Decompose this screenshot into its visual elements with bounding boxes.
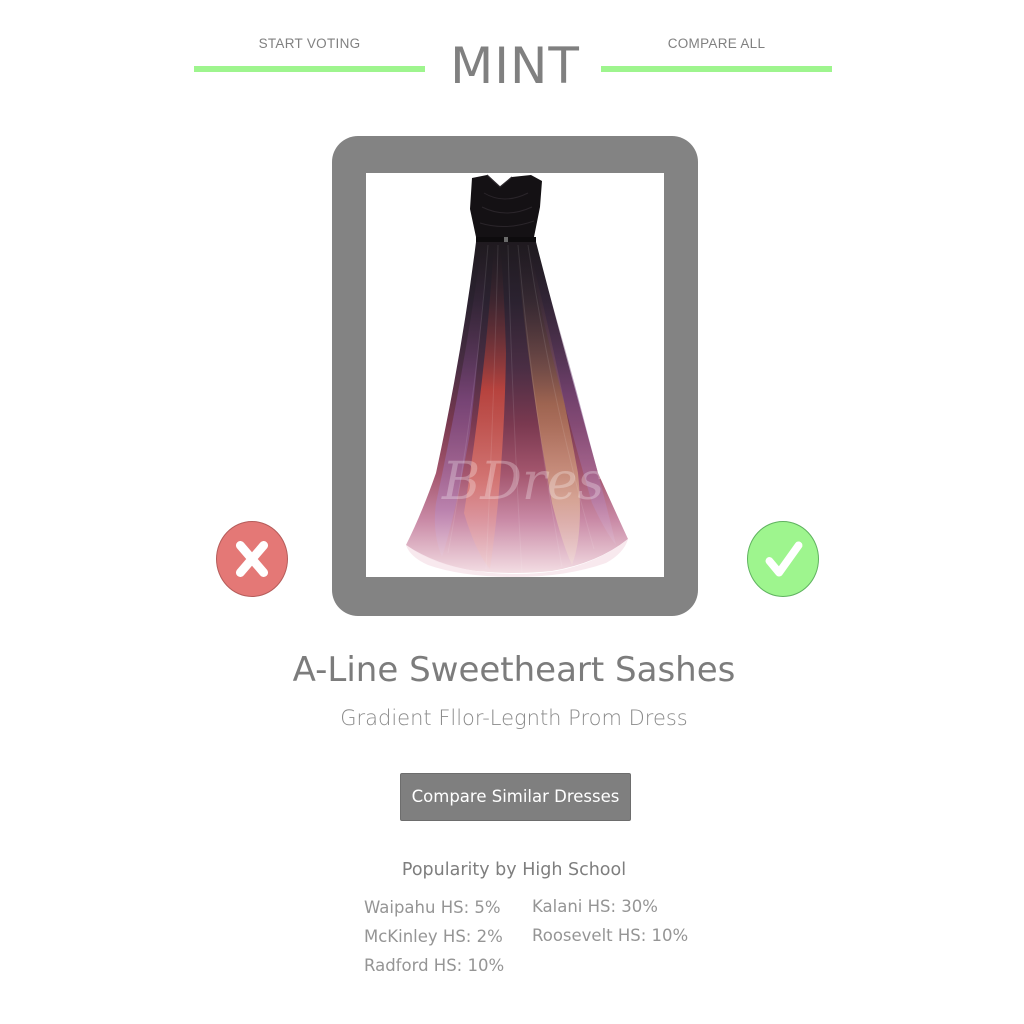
nav-start-voting[interactable]: START VOTING [194,32,425,72]
dress-photo-frame: BDres [332,136,698,616]
popularity-item: Waipahu HS: 5% [364,898,501,917]
dress-photo[interactable]: BDres [366,173,664,577]
popularity-list-left: Waipahu HS: 5% McKinley HS: 2% Radford H… [364,893,504,980]
nav-compare-all-underline [601,66,832,72]
nav-start-voting-underline [194,66,425,72]
popularity-list-right: Kalani HS: 30% Roosevelt HS: 10% [532,892,688,950]
reject-button[interactable] [216,521,288,597]
popularity-item: McKinley HS: 2% [364,927,503,946]
popularity-heading: Popularity by High School [401,860,627,880]
dress-title: A-Line Sweetheart Sashes [292,650,736,690]
nav-compare-all[interactable]: COMPARE ALL [601,32,832,72]
popularity-item: Radford HS: 10% [364,956,505,975]
accept-button[interactable] [747,521,819,597]
dress-subtitle: Gradient Fllor-Legnth Prom Dress [340,706,688,730]
popularity-item: Kalani HS: 30% [532,897,658,916]
photo-watermark: BDres [441,452,604,512]
x-icon [235,541,269,577]
voting-page: START VOTING MINT COMPARE ALL BDres A-Li… [0,0,1024,1024]
compare-similar-button[interactable]: Compare Similar Dresses [400,773,631,821]
nav-compare-all-label: COMPARE ALL [667,36,766,51]
popularity-item: Roosevelt HS: 10% [532,926,689,945]
checkmark-icon [765,541,803,577]
logo[interactable]: MINT [440,36,590,96]
nav-start-voting-label: START VOTING [258,36,361,51]
